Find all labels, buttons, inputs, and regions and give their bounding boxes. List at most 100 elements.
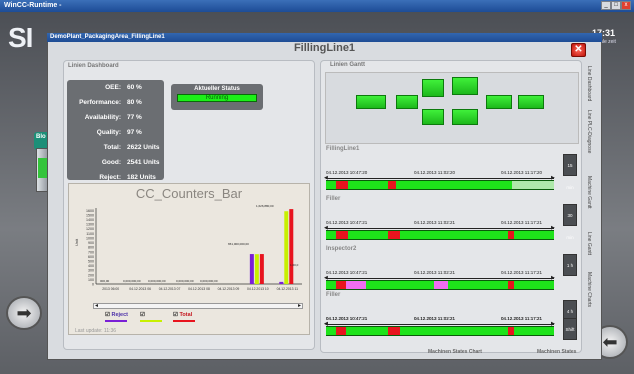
counters-bar-chart: 0100200300400500600700800900100011001200… xyxy=(74,204,302,291)
y-tick-label: 1300 xyxy=(86,223,94,227)
kpi-label: Performance: xyxy=(79,99,121,106)
last-update: Last update: 11:36 xyxy=(75,328,117,334)
machine-node[interactable] xyxy=(452,109,478,125)
close-window-button[interactable]: x xyxy=(621,1,631,10)
machine-node[interactable] xyxy=(452,77,478,95)
y-tick-label: 1200 xyxy=(86,227,94,231)
machine-node[interactable] xyxy=(422,109,444,125)
kpi-row: Total: 2622 Units xyxy=(67,144,164,158)
data-label: 0,000,000,00 xyxy=(123,279,141,283)
y-tick-label: 400 xyxy=(88,264,94,268)
range-button[interactable]: 15 min xyxy=(563,154,577,190)
tab-machine-gantt[interactable]: Machine Gantt xyxy=(580,170,592,214)
y-tick-label: 800 xyxy=(88,246,94,250)
state-segment xyxy=(496,180,512,190)
window-title: WinCC-Runtime - xyxy=(4,2,62,9)
x-tick-label: 04.12.2013 07 xyxy=(159,287,181,291)
x-tick-label: 04.12.2013 09 xyxy=(218,287,240,291)
footer-left: Machinen States Chart xyxy=(428,349,482,355)
status-value: Running xyxy=(177,94,257,102)
bar-total xyxy=(289,209,294,284)
lane-time: 04.12.2013 10:47:21 xyxy=(326,220,368,225)
state-segment xyxy=(514,326,554,336)
chart-scrollbar[interactable]: ◂ ▸ xyxy=(93,303,303,309)
lane-time: 04.12.2013 11:02:21 xyxy=(414,220,455,225)
x-tick-label: 04.12.2013 08 xyxy=(188,287,210,291)
y-tick-label: 700 xyxy=(88,250,94,254)
state-segment xyxy=(400,230,508,240)
machine-node[interactable] xyxy=(396,95,418,109)
y-tick-label: 1100 xyxy=(86,232,94,236)
machine-node[interactable] xyxy=(356,95,386,109)
bar-reject xyxy=(279,281,284,284)
kpi-label: Availability: xyxy=(84,114,121,121)
legend-good-swatch xyxy=(140,319,162,322)
y-tick-label: 100 xyxy=(88,278,94,282)
tab-line-gantt[interactable]: Line Gantt xyxy=(580,222,592,266)
state-segment xyxy=(388,180,396,190)
machine-node[interactable] xyxy=(486,95,512,109)
footer-right: Machinen States xyxy=(537,349,577,355)
kpi-label: Good: xyxy=(101,159,121,166)
scroll-right-icon[interactable]: ▸ xyxy=(298,302,301,309)
lane-time: 04.12.2013 11:17:21 xyxy=(501,270,542,275)
kpi-value: 77 % xyxy=(127,114,142,121)
lane-time: 04.12.2013 10:47:20 xyxy=(326,170,368,175)
tab-machine-charts[interactable]: Machine Charts xyxy=(580,268,592,312)
scroll-left-icon[interactable]: ◂ xyxy=(95,302,98,309)
kpi-box: OEE: 60 % Performance: 80 % Availability: 77 … xyxy=(67,80,164,181)
state-segment xyxy=(346,280,366,290)
nav-forward-button[interactable]: ➡ xyxy=(6,296,42,330)
maximize-button[interactable]: □ xyxy=(611,1,621,10)
kpi-label: Quality: xyxy=(96,129,121,136)
state-segment xyxy=(336,230,348,240)
lane-label: FillingLine1 xyxy=(326,146,360,152)
legend-total[interactable]: ☑ Total xyxy=(173,312,195,324)
dashboard-title: Linien Dashboard xyxy=(68,63,119,69)
tab-line-dashboard[interactable]: Line Dashboard xyxy=(580,62,592,106)
state-segment xyxy=(400,326,508,336)
lane-time: 04.12.2013 11:17:21 xyxy=(501,220,542,225)
state-segment xyxy=(326,280,336,290)
state-segment xyxy=(366,280,434,290)
dialog-window-title: DemoPlant_PackagingArea_FillingLine1 xyxy=(47,33,602,42)
range-button[interactable]: Shift xyxy=(563,318,577,340)
legend-good[interactable]: ☑ xyxy=(140,312,162,324)
brand-logo: SI xyxy=(8,22,33,53)
timeline-axis xyxy=(326,228,554,229)
dialog-close-button[interactable]: ✕ xyxy=(571,43,586,57)
window-title-bar: WinCC-Runtime - xyxy=(0,0,634,12)
state-segment xyxy=(512,180,554,190)
range-button[interactable]: 30 min xyxy=(563,204,577,240)
y-axis-label: Unit xyxy=(74,238,79,246)
legend-reject[interactable]: ☑ Reject xyxy=(105,312,128,324)
data-label: 1,00,0 xyxy=(290,263,299,267)
bar-good xyxy=(284,211,289,284)
machine-node[interactable] xyxy=(518,95,544,109)
kpi-value: 60 % xyxy=(127,84,142,91)
state-segment xyxy=(326,326,336,336)
y-tick-label: 0 xyxy=(92,283,94,287)
x-tick-label: 04.12.2013 06 xyxy=(129,287,151,291)
bar-good xyxy=(254,254,259,284)
state-segment xyxy=(514,230,554,240)
lane-label: Inspector2 xyxy=(326,246,357,252)
lane-time: 04.12.2013 11:02:21 xyxy=(414,270,455,275)
range-button[interactable]: 1 h xyxy=(563,254,577,276)
state-segment xyxy=(514,280,554,290)
machine-node[interactable] xyxy=(422,79,444,97)
state-segment xyxy=(326,230,336,240)
state-segment xyxy=(336,280,346,290)
kpi-value: 80 % xyxy=(127,99,142,106)
kpi-row: Quality: 97 % xyxy=(67,129,164,143)
tab-line-plc-diagnose[interactable]: Line PLC-Diagnose xyxy=(580,110,592,154)
state-segment xyxy=(388,230,400,240)
data-label: 0,000,000,00 xyxy=(148,279,166,283)
y-tick-label: 1400 xyxy=(86,218,94,222)
y-tick-label: 600 xyxy=(88,255,94,259)
data-label: 0,000,000,00 xyxy=(176,279,194,283)
minimize-button[interactable]: _ xyxy=(601,1,611,10)
kpi-value: 2622 Units xyxy=(127,144,160,151)
y-tick-label: 300 xyxy=(88,269,94,273)
state-segment xyxy=(336,180,348,190)
